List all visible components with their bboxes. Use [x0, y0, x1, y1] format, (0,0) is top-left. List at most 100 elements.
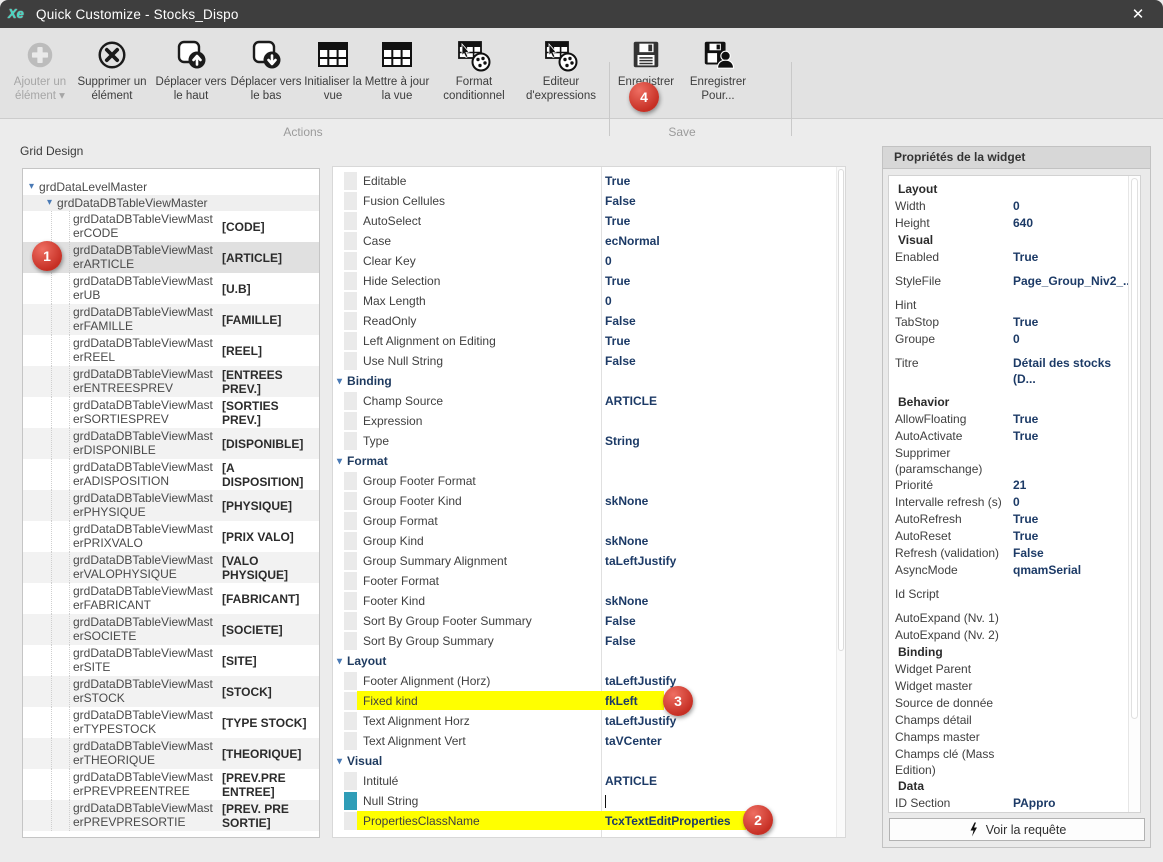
delete-element-button[interactable]: Supprimer un élément: [72, 34, 152, 103]
widget-property-row[interactable]: Champs détail: [895, 712, 1126, 729]
tree-column-row[interactable]: grdDataDBTableViewMasterSORTIESPREV[SORT…: [23, 397, 319, 428]
add-element-button[interactable]: Ajouter un élément ▾: [8, 34, 72, 103]
tree-column-row[interactable]: grdDataDBTableViewMasterVALOPHYSIQUE[VAL…: [23, 552, 319, 583]
widget-property-row[interactable]: Widget Parent: [895, 661, 1126, 678]
property-row[interactable]: Left Alignment on EditingTrue: [333, 331, 845, 351]
property-row[interactable]: Group Footer Format: [333, 471, 845, 491]
property-row[interactable]: Fusion CellulesFalse: [333, 191, 845, 211]
property-section-row[interactable]: ▾Layout: [333, 651, 845, 671]
property-row[interactable]: Sort By Group SummaryFalse: [333, 631, 845, 651]
widget-section-row[interactable]: Visual: [895, 232, 1126, 249]
move-down-button[interactable]: Déplacer vers le bas: [230, 34, 302, 103]
property-row[interactable]: Fixed kindfkLeft: [333, 691, 845, 711]
property-section-row[interactable]: ▾Visual: [333, 751, 845, 771]
close-icon[interactable]: ✕: [1125, 5, 1151, 23]
property-row[interactable]: Footer Alignment (Horz)taLeftJustify: [333, 671, 845, 691]
tree-column-row[interactable]: grdDataDBTableViewMasterTHEORIQUE[THEORI…: [23, 738, 319, 769]
tree-column-row[interactable]: grdDataDBTableViewMasterUB[U.B]: [23, 273, 319, 304]
tree-node-root[interactable]: ▾grdDataLevelMaster: [23, 179, 319, 195]
middle-scrollbar[interactable]: [836, 167, 845, 837]
property-row[interactable]: Clear Key0: [333, 251, 845, 271]
conditional-format-button[interactable]: Format conditionnel: [430, 34, 518, 103]
widget-property-row[interactable]: AutoResetTrue: [895, 528, 1126, 545]
view-query-button[interactable]: Voir la requête: [889, 818, 1145, 841]
tree-column-row[interactable]: grdDataDBTableViewMasterSTOCK[STOCK]: [23, 676, 319, 707]
widget-property-row[interactable]: Source de donnée: [895, 695, 1126, 712]
property-row[interactable]: Sort By Group Footer SummaryFalse: [333, 611, 845, 631]
tree-column-row[interactable]: grdDataDBTableViewMasterREEL[REEL]: [23, 335, 319, 366]
widget-property-row[interactable]: TitreDétail des stocks (D...: [895, 355, 1126, 387]
widget-section-row[interactable]: Binding: [895, 644, 1126, 661]
property-row[interactable]: Group Footer KindskNone: [333, 491, 845, 511]
tree-column-row[interactable]: grdDataDBTableViewMasterARTICLE[ARTICLE]: [23, 242, 319, 273]
widget-property-row[interactable]: Hint: [895, 297, 1126, 314]
widget-property-row[interactable]: AutoRefreshTrue: [895, 511, 1126, 528]
widget-section-row[interactable]: Behavior: [895, 394, 1126, 411]
property-row[interactable]: Group Format: [333, 511, 845, 531]
tree-column-row[interactable]: grdDataDBTableViewMasterSITE[SITE]: [23, 645, 319, 676]
widget-property-row[interactable]: StyleFilePage_Group_Niv2_...: [895, 273, 1126, 290]
widget-property-row[interactable]: ID SectionPAppro: [895, 795, 1126, 812]
tree-column-row[interactable]: grdDataDBTableViewMasterADISPOSITION[A D…: [23, 459, 319, 490]
widget-property-row[interactable]: Height640: [895, 215, 1126, 232]
property-row[interactable]: Hide SelectionTrue: [333, 271, 845, 291]
widget-property-row[interactable]: AutoActivateTrue: [895, 428, 1126, 445]
widget-property-row[interactable]: Supprimer (paramschange): [895, 445, 1126, 477]
save-for-button[interactable]: Enregistrer Pour...: [680, 34, 756, 103]
property-row[interactable]: Footer Format: [333, 571, 845, 591]
property-row[interactable]: Text Alignment HorztaLeftJustify: [333, 711, 845, 731]
tree-column-row[interactable]: grdDataDBTableViewMasterTYPESTOCK[TYPE S…: [23, 707, 319, 738]
tree-column-row[interactable]: grdDataDBTableViewMasterDISPONIBLE[DISPO…: [23, 428, 319, 459]
property-row[interactable]: AutoSelectTrue: [333, 211, 845, 231]
widget-property-row[interactable]: AllowFloatingTrue: [895, 411, 1126, 428]
property-row[interactable]: Max Length0: [333, 291, 845, 311]
property-row[interactable]: EditableTrue: [333, 171, 845, 191]
property-value: skNone: [605, 534, 648, 548]
widget-section-row[interactable]: Layout: [895, 181, 1126, 198]
tree-column-row[interactable]: grdDataDBTableViewMasterFABRICANT[FABRIC…: [23, 583, 319, 614]
tree-column-row[interactable]: grdDataDBTableViewMasterFAMILLE[FAMILLE]: [23, 304, 319, 335]
property-row[interactable]: Group KindskNone: [333, 531, 845, 551]
widget-property-row[interactable]: AutoExpand (Nv. 2): [895, 627, 1126, 644]
widget-property-row[interactable]: ID QueryL_StockDispo: [895, 812, 1126, 813]
property-row[interactable]: ReadOnlyFalse: [333, 311, 845, 331]
update-view-button[interactable]: Mettre à jour la vue: [364, 34, 430, 103]
property-row[interactable]: Champ SourceARTICLE: [333, 391, 845, 411]
widget-property-row[interactable]: TabStopTrue: [895, 314, 1126, 331]
init-view-button[interactable]: Initialiser la vue: [302, 34, 364, 103]
widget-section-row[interactable]: Data: [895, 778, 1126, 795]
move-up-button[interactable]: Déplacer vers le haut: [152, 34, 230, 103]
property-section-row[interactable]: ▾Binding: [333, 371, 845, 391]
widget-property-row[interactable]: AsyncModeqmamSerial: [895, 562, 1126, 579]
widget-property-row[interactable]: Widget master: [895, 678, 1126, 695]
widget-property-row[interactable]: Intervalle refresh (s)0: [895, 494, 1126, 511]
tree-column-row[interactable]: grdDataDBTableViewMasterENTREESPREV[ENTR…: [23, 366, 319, 397]
property-row[interactable]: Use Null StringFalse: [333, 351, 845, 371]
widget-property-row[interactable]: Id Script: [895, 586, 1126, 603]
tree-column-row[interactable]: grdDataDBTableViewMasterPRIXVALO[PRIX VA…: [23, 521, 319, 552]
widget-property-row[interactable]: Champs master: [895, 729, 1126, 746]
tree-node-tableview[interactable]: ▾grdDataDBTableViewMaster: [23, 195, 319, 211]
widget-property-row[interactable]: Champs clé (Mass Edition): [895, 746, 1126, 778]
widget-property-row[interactable]: Groupe0: [895, 331, 1126, 348]
expression-editor-button[interactable]: Editeur d'expressions: [518, 34, 604, 103]
property-row[interactable]: IntituléARTICLE: [333, 771, 845, 791]
property-row[interactable]: Group Summary AlignmenttaLeftJustify: [333, 551, 845, 571]
property-row[interactable]: Expression: [333, 411, 845, 431]
widget-property-row[interactable]: Priorité21: [895, 477, 1126, 494]
widget-property-row[interactable]: EnabledTrue: [895, 249, 1126, 266]
widget-property-row[interactable]: Width0: [895, 198, 1126, 215]
property-row[interactable]: Footer KindskNone: [333, 591, 845, 611]
property-section-row[interactable]: ▾Format: [333, 451, 845, 471]
tree-column-row[interactable]: grdDataDBTableViewMasterPREVPRESORTIE[PR…: [23, 800, 319, 831]
property-row[interactable]: Text Alignment VerttaVCenter: [333, 731, 845, 751]
tree-column-row[interactable]: grdDataDBTableViewMasterSOCIETE[SOCIETE]: [23, 614, 319, 645]
property-row[interactable]: TypeString: [333, 431, 845, 451]
tree-column-row[interactable]: grdDataDBTableViewMasterPREVPREENTREE[PR…: [23, 769, 319, 800]
tree-column-row[interactable]: grdDataDBTableViewMasterPHYSIQUE[PHYSIQU…: [23, 490, 319, 521]
property-row[interactable]: CaseecNormal: [333, 231, 845, 251]
widget-property-row[interactable]: Refresh (validation)False: [895, 545, 1126, 562]
tree-column-row[interactable]: grdDataDBTableViewMasterCODE[CODE]: [23, 211, 319, 242]
widget-scrollbar[interactable]: [1128, 176, 1140, 812]
widget-property-row[interactable]: AutoExpand (Nv. 1): [895, 610, 1126, 627]
